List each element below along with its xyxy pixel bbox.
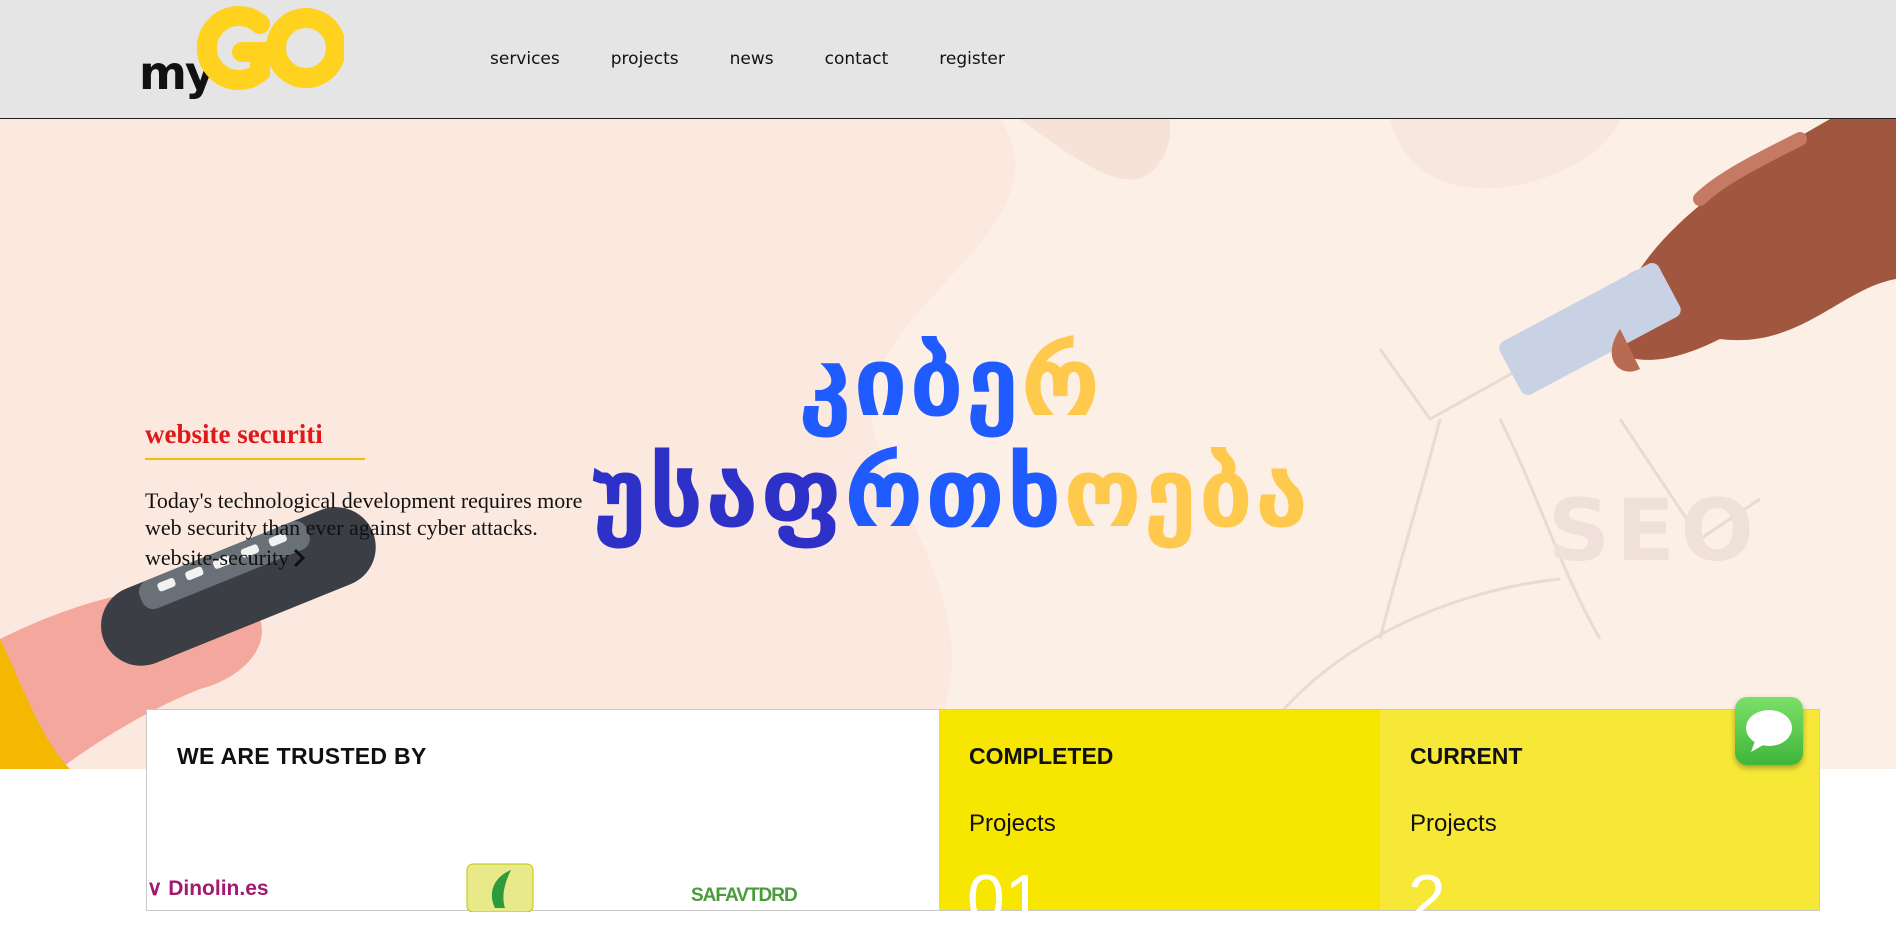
nav-projects[interactable]: projects xyxy=(611,49,679,69)
partner-logo-dinolin[interactable]: ∨ Dinolin.es xyxy=(147,876,269,901)
website-security-link-label: website-security xyxy=(145,545,290,570)
hero-title-line-2: უსაფრთხოება xyxy=(520,437,1380,549)
hero-title-part-2: რ xyxy=(1020,326,1102,438)
hero-title-line-1: კიბერ xyxy=(520,327,1380,437)
main-nav: services projects news contact register xyxy=(490,49,1056,69)
logo-go-mark xyxy=(196,6,344,90)
hero-title-part-1: კიბე xyxy=(798,326,1021,438)
current-count: 2 xyxy=(1408,861,1446,937)
completed-panel: COMPLETED Projects 01 xyxy=(939,710,1380,937)
current-label: Projects xyxy=(1410,810,1497,837)
website-security-link[interactable]: website-security xyxy=(145,545,309,571)
nav-services[interactable]: services xyxy=(490,49,560,69)
nav-register[interactable]: register xyxy=(939,49,1005,69)
hero-section: კიბერ უსაფრთხოება website securiti Today… xyxy=(0,119,1896,769)
nav-contact[interactable]: contact xyxy=(825,49,889,69)
trusted-by-panel: WE ARE TRUSTED BY ∨ Dinolin.es SAFAVTDRD xyxy=(147,710,939,913)
partner-leaf-logo xyxy=(466,863,534,913)
hero-title: კიბერ უსაფრთხოება xyxy=(520,327,1380,549)
completed-count: 01 xyxy=(967,861,1043,937)
partner-logo-green[interactable] xyxy=(465,862,535,916)
hero-title-part-4: რთხ xyxy=(844,437,1064,549)
chat-button[interactable] xyxy=(1735,697,1803,765)
security-card: website securiti Today's technological d… xyxy=(145,419,585,571)
chevron-right-icon xyxy=(294,548,306,568)
stats-card: WE ARE TRUSTED BY ∨ Dinolin.es SAFAVTDRD… xyxy=(146,709,1820,937)
hero-title-part-3: უსაფ xyxy=(589,437,845,549)
current-title: CURRENT xyxy=(1410,743,1523,769)
logo[interactable]: my xyxy=(138,2,348,110)
site-header: my services projects news contact regist… xyxy=(0,0,1896,119)
completed-title: COMPLETED xyxy=(969,743,1114,769)
nav-news[interactable]: news xyxy=(730,49,774,69)
chat-bubble-icon xyxy=(1746,710,1792,752)
completed-label: Projects xyxy=(969,810,1056,837)
security-heading: website securiti xyxy=(145,419,323,449)
partner-logo-third[interactable]: SAFAVTDRD xyxy=(691,885,798,907)
security-description: Today's technological development requir… xyxy=(145,488,583,540)
seo-watermark: SEO xyxy=(1548,481,1760,581)
heading-underline xyxy=(145,458,365,460)
trusted-by-title: WE ARE TRUSTED BY xyxy=(177,743,427,769)
hero-title-part-5: ოება xyxy=(1063,437,1311,549)
